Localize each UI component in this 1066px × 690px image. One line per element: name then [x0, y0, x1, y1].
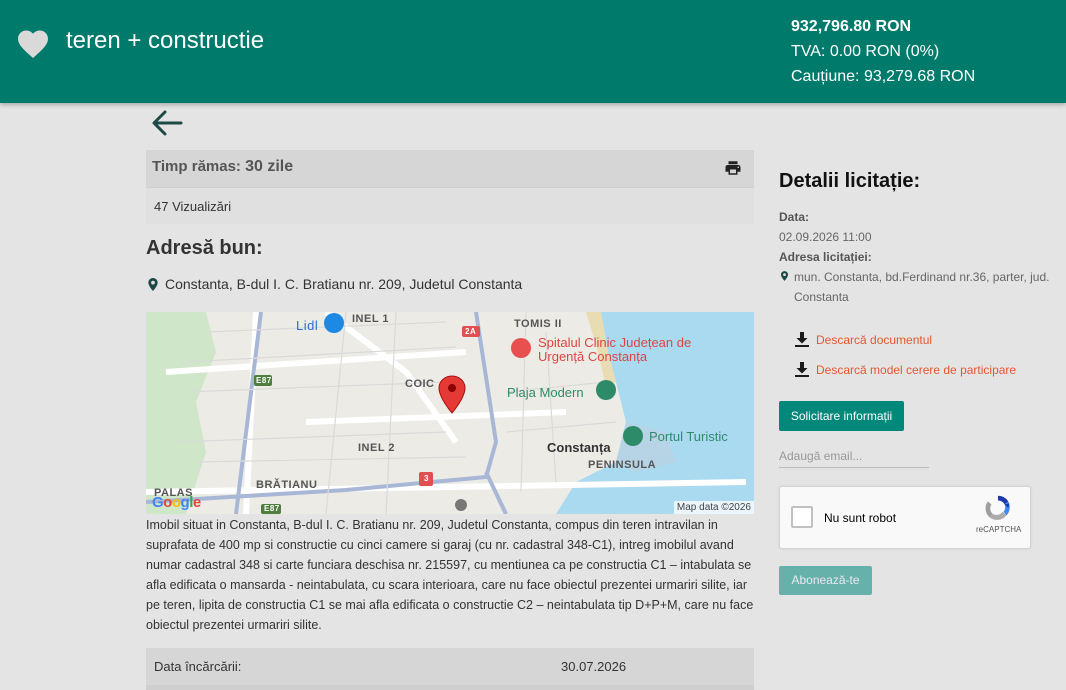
auction-address: mun. Constanta, bd.Ferdinand nr.36, part…	[779, 267, 1064, 307]
time-left: Timp rămas: 30 zile	[152, 158, 294, 175]
views-bar: 47 Vizualizări	[146, 187, 754, 224]
map-label-lidl: Lidl	[296, 318, 319, 333]
address-text: Constanta, B-dul I. C. Bratianu nr. 209,…	[165, 276, 523, 292]
auction-address-value: mun. Constanta, bd.Ferdinand nr.36, part…	[794, 270, 1050, 304]
address-heading: Adresă bun:	[146, 237, 263, 259]
table-row	[146, 685, 754, 690]
captcha-label: Nu sunt robot	[824, 511, 897, 525]
price-panel: 932,796.80 RON TVA: 0.00 RON (0%) Cauțiu…	[791, 14, 975, 89]
time-left-bar: Timp rămas: 30 zile	[146, 150, 754, 187]
auction-details: Detalii licitație: Data: 02.09.2026 11:0…	[779, 170, 1064, 307]
map-label-hospital: Spitalul Clinic Județean de Urgență Cons…	[538, 335, 692, 364]
date-value: 02.09.2026 11:00	[779, 230, 872, 244]
map-label-3: 3	[424, 474, 429, 483]
request-info-button[interactable]: Solicitare informații	[779, 401, 904, 431]
download-model-link[interactable]: Descarcă model cerere de participare	[795, 362, 1016, 377]
price-value: 932,796.80 RON	[791, 18, 912, 35]
map-label-portul: Portul Turistic	[649, 429, 728, 444]
download-document-link[interactable]: Descarcă documentul	[795, 332, 932, 347]
page-title: teren + constructie	[66, 27, 265, 54]
address-line: Constanta, B-dul I. C. Bratianu nr. 209,…	[148, 276, 522, 292]
captcha-checkbox[interactable]	[791, 506, 813, 528]
map-attribution[interactable]: Map data ©2026	[673, 501, 754, 514]
google-logo[interactable]: Google	[152, 494, 201, 511]
map-label-plaja: Plaja Modern	[507, 385, 584, 400]
views-count: 47 Vizualizări	[154, 199, 232, 214]
recaptcha-icon	[985, 495, 1010, 520]
upload-date-row: Data încărcării: 30.07.2026	[146, 648, 754, 685]
date-label: Data:	[779, 210, 810, 224]
recaptcha-widget: Nu sunt robot reCAPTCHA	[779, 486, 1031, 549]
top-header: teren + constructie 932,796.80 RON TVA: …	[0, 0, 1066, 103]
map-marker-icon	[148, 277, 158, 291]
captcha-brand: reCAPTCHA	[976, 525, 1022, 534]
map-marker-icon	[781, 271, 788, 281]
tva-value: TVA: 0.00 RON (0%)	[791, 43, 940, 60]
auction-address-label: Adresa licitației:	[779, 250, 872, 264]
subscribe-button[interactable]: Abonează-te	[779, 566, 872, 595]
arrow-left-icon[interactable]	[150, 108, 184, 138]
upload-date-label: Data încărcării:	[154, 659, 242, 674]
download-icon	[795, 362, 809, 377]
details-heading: Detalii licitație:	[779, 170, 921, 192]
map-label-inel2: INEL 2	[358, 442, 396, 454]
printer-icon[interactable]	[724, 159, 742, 177]
map-label-e87-b: E87	[264, 504, 280, 513]
map-label-2a: 2A	[465, 327, 477, 336]
property-description: Imobil situat in Constanta, B-dul I. C. …	[146, 518, 754, 632]
map-label-coic: COIC	[405, 378, 435, 390]
map-label-e87-a: E87	[256, 376, 272, 385]
location-map[interactable]: Lidl INEL 1 TOMIS II 2A Spitalul Clinic …	[146, 312, 754, 514]
map-label-peninsula: PENINSULA	[588, 459, 657, 471]
map-label-tomis: TOMIS II	[514, 318, 562, 330]
email-input[interactable]	[779, 444, 929, 468]
map-label-constanta: Constanța	[547, 440, 611, 455]
map-label-bratianu: BRĂTIANU	[256, 479, 318, 491]
deposit-value: Cauțiune: 93,279.68 RON	[791, 68, 976, 85]
heart-icon[interactable]	[15, 26, 51, 62]
download-icon	[795, 332, 809, 347]
map-label-inel1: INEL 1	[352, 313, 390, 325]
upload-date-value: 30.07.2026	[561, 659, 627, 674]
